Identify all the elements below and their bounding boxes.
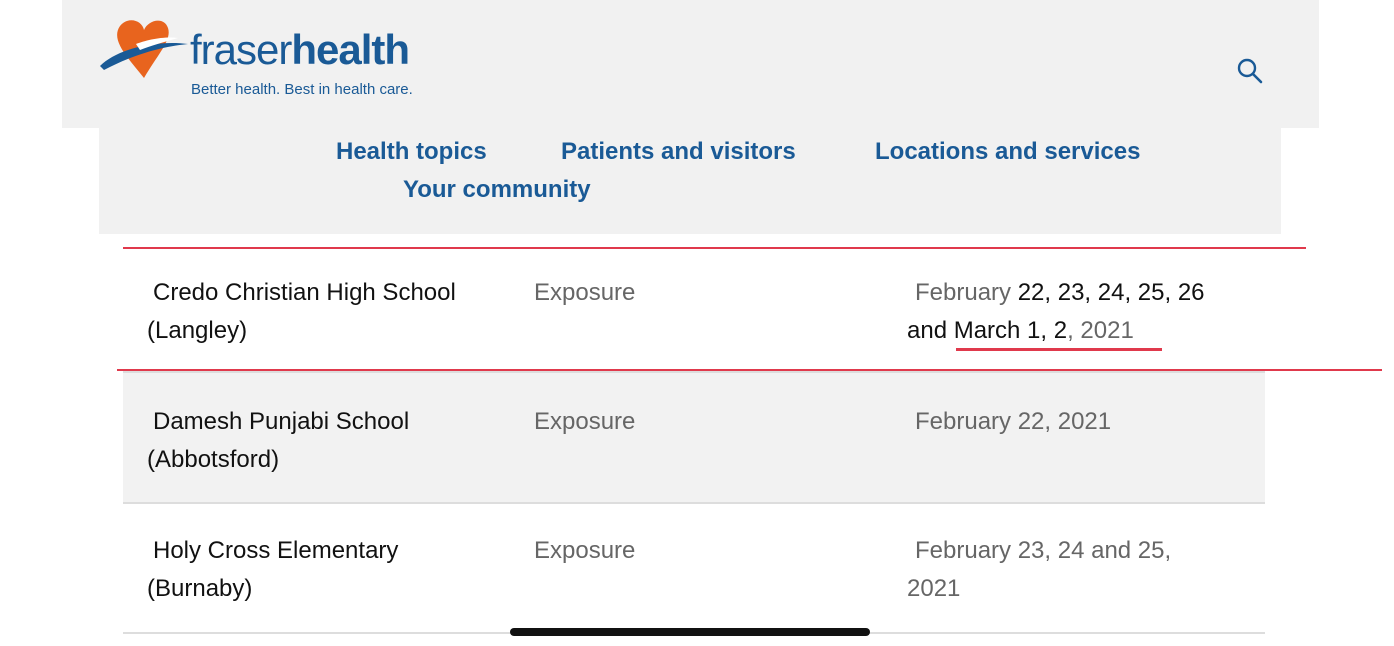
date-added-days: 22, 23, 24, 25, 26: [1017, 279, 1205, 306]
highlight-line-bottom: [117, 369, 1382, 371]
nav-patients-and-visitors[interactable]: Patients and visitors: [561, 138, 796, 166]
exposure-type: Exposure: [534, 279, 636, 306]
school-name: Holy Cross Elementary: [153, 537, 399, 564]
main-navigation: Health topics Patients and visitors Loca…: [99, 128, 1281, 234]
exposure-dates-line2: and March 1, 2, 2021: [907, 312, 1134, 350]
exposure-dates-line1: February 22, 23, 24, 25, 26: [915, 274, 1205, 312]
exposure-type: Exposure: [534, 408, 636, 435]
date-month: February: [915, 279, 1018, 306]
search-button[interactable]: [1236, 57, 1264, 85]
table-row: Holy Cross Elementary (Burnaby) Exposure…: [123, 504, 1265, 634]
brand-name-light: fraser: [190, 26, 292, 73]
nav-health-topics[interactable]: Health topics: [336, 138, 487, 166]
date-added-march: and March 1, 2: [907, 317, 1068, 344]
exposure-dates-line1: February 23, 24 and 25,: [915, 537, 1172, 564]
school-name: Damesh Punjabi School: [153, 408, 410, 435]
brand-tagline: Better health. Best in health care.: [191, 81, 413, 98]
search-icon: [1237, 58, 1263, 84]
site-logo[interactable]: fraserhealth Better health. Best in heal…: [98, 18, 413, 102]
school-name: Credo Christian High School: [153, 279, 456, 306]
highlight-line-top: [123, 247, 1306, 249]
exposure-type: Exposure: [534, 537, 636, 564]
school-location: (Burnaby): [147, 575, 253, 602]
school-location: (Langley): [147, 317, 248, 344]
brand-name: fraserhealth: [190, 26, 410, 74]
highlight-underline-new-dates: [956, 348, 1162, 351]
table-row: Damesh Punjabi School (Abbotsford) Expos…: [123, 373, 1265, 504]
brand-name-bold: health: [291, 26, 410, 73]
home-indicator[interactable]: [510, 628, 870, 636]
school-location: (Abbotsford): [147, 446, 280, 473]
table-row: Credo Christian High School (Langley) Ex…: [123, 235, 1265, 373]
date-year: , 2021: [1067, 317, 1134, 344]
exposure-dates-line1: February 22, 2021: [915, 408, 1112, 435]
nav-your-community[interactable]: Your community: [403, 176, 591, 204]
fraser-health-heart-logo-icon: [100, 20, 188, 78]
nav-locations-and-services[interactable]: Locations and services: [875, 138, 1140, 166]
exposure-dates-line2: 2021: [907, 575, 961, 602]
